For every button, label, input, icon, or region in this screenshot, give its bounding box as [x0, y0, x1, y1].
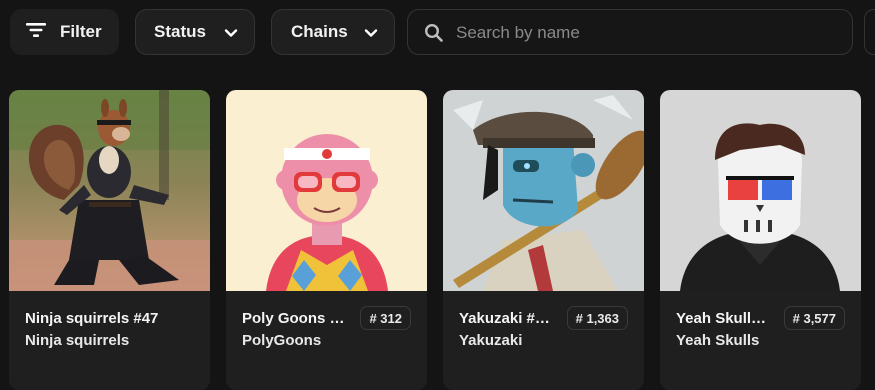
- status-dropdown[interactable]: Status: [135, 9, 255, 55]
- collection-name: Yeah Skulls: [676, 332, 760, 349]
- chevron-down-icon: [224, 25, 238, 45]
- filter-icon: [26, 22, 46, 43]
- search-input[interactable]: [454, 10, 838, 56]
- search-icon: [424, 23, 444, 48]
- nft-image: [226, 90, 427, 291]
- nft-name: Ninja squirrels #47: [25, 310, 159, 327]
- filter-button[interactable]: Filter: [10, 9, 119, 55]
- collection-name: Ninja squirrels: [25, 332, 130, 349]
- collection-name: PolyGoons: [242, 332, 322, 349]
- nft-name: Poly Goons #1…: [242, 310, 352, 327]
- chevron-down-icon: [364, 25, 378, 45]
- chains-label: Chains: [291, 22, 348, 41]
- nft-card[interactable]: Yeah Skulls … # 3,577 Yeah Skulls: [660, 90, 861, 390]
- nft-name: Yakuzaki #1…: [459, 310, 555, 327]
- nft-image: [9, 90, 210, 291]
- nft-card[interactable]: Ninja squirrels #47 Ninja squirrels: [9, 90, 210, 390]
- toolbar: Filter Status Chains: [0, 9, 875, 57]
- status-label: Status: [154, 22, 206, 41]
- nft-card[interactable]: Yakuzaki #1… # 1,363 Yakuzaki: [443, 90, 644, 390]
- view-toggle-button[interactable]: [864, 9, 875, 55]
- collection-name: Yakuzaki: [459, 332, 523, 349]
- chains-dropdown[interactable]: Chains: [271, 9, 395, 55]
- filter-label: Filter: [60, 22, 102, 41]
- nft-image: [660, 90, 861, 291]
- nft-card[interactable]: Poly Goons #1… # 312 PolyGoons: [226, 90, 427, 390]
- card-info: Poly Goons #1… # 312 PolyGoons: [226, 291, 427, 390]
- search-box: [407, 9, 853, 56]
- card-info: Ninja squirrels #47 Ninja squirrels: [9, 291, 210, 390]
- rank-badge: # 312: [360, 306, 411, 330]
- card-info: Yakuzaki #1… # 1,363 Yakuzaki: [443, 291, 644, 390]
- rank-badge: # 1,363: [566, 306, 628, 330]
- nft-name: Yeah Skulls …: [676, 310, 772, 327]
- nft-image: [443, 90, 644, 291]
- card-info: Yeah Skulls … # 3,577 Yeah Skulls: [660, 291, 861, 390]
- rank-badge: # 3,577: [783, 306, 845, 330]
